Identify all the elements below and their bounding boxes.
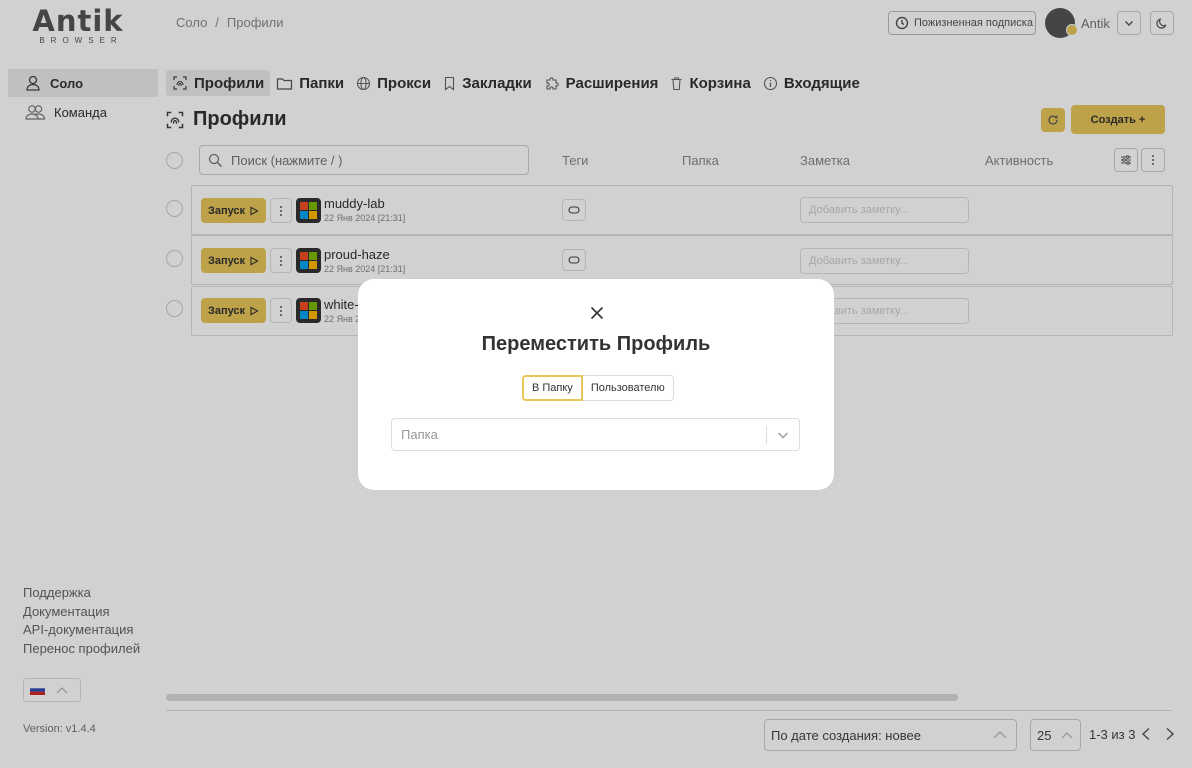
select-separator bbox=[766, 425, 767, 444]
chevron-down-icon bbox=[777, 430, 789, 440]
folder-select[interactable]: Папка bbox=[391, 418, 800, 451]
segment-to-folder[interactable]: В Папку bbox=[522, 375, 583, 401]
close-button[interactable] bbox=[587, 303, 607, 323]
dialog-title: Переместить Профиль bbox=[481, 333, 711, 355]
close-icon bbox=[590, 306, 604, 320]
folder-select-placeholder: Папка bbox=[401, 427, 438, 442]
move-profile-dialog: Переместить Профиль В Папку Пользователю… bbox=[358, 279, 834, 490]
move-target-switch: В Папку Пользователю bbox=[522, 375, 674, 401]
segment-to-user[interactable]: Пользователю bbox=[582, 375, 674, 401]
